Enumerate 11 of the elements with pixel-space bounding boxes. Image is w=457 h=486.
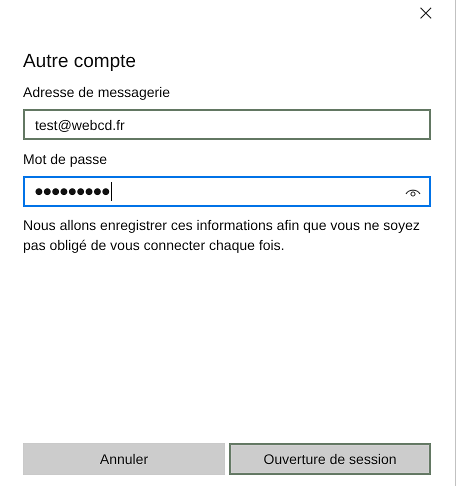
email-field[interactable]: test@webcd.fr (23, 109, 431, 140)
close-button[interactable]: × (410, 1, 441, 27)
sign-in-button[interactable]: Ouverture de session (229, 443, 431, 475)
cancel-button[interactable]: Annuler (23, 443, 225, 475)
password-field[interactable]: ●●●●●●●●● (23, 176, 431, 207)
reveal-eye-icon[interactable] (405, 186, 421, 196)
info-text: Nous allons enregistrer ces informations afin que vous ne soyez pas obligé de vous connecter chaque fois. (23, 216, 421, 255)
field-label: Adresse de messagerie (23, 84, 172, 100)
text-cursor (111, 182, 112, 201)
field-label: Mot de passe (23, 151, 108, 167)
dialog-title: Autre compte (23, 51, 137, 73)
